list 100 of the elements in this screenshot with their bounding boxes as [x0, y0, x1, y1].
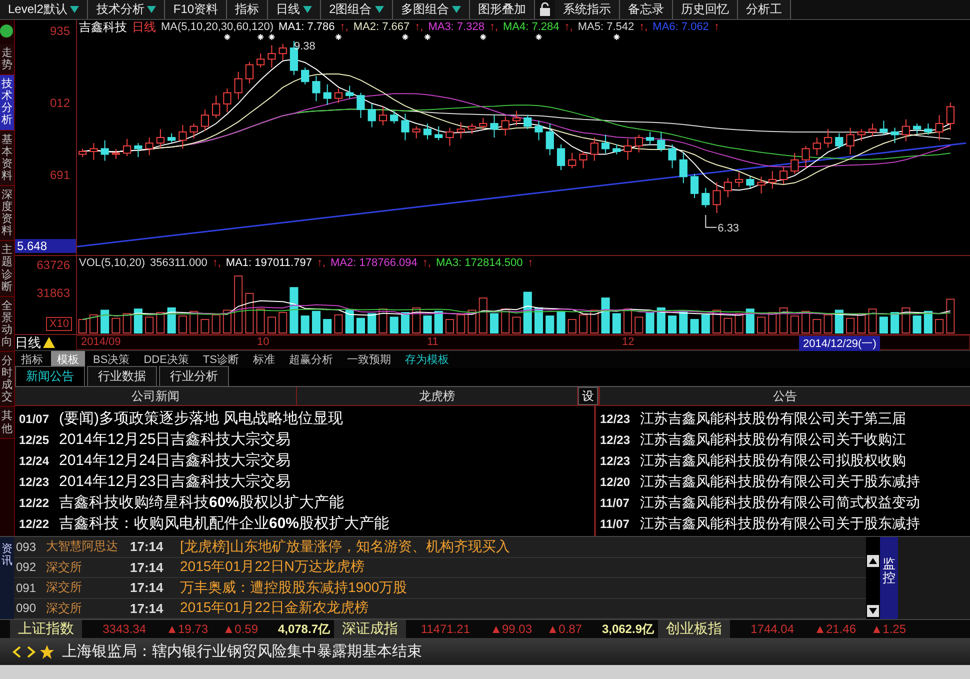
cursor-date-label: 2014/12/29(一) [799, 336, 880, 351]
news-date: 12/22 [19, 496, 50, 510]
news-date: 12/23 [19, 474, 50, 488]
menu-item[interactable]: 历史回忆 [672, 0, 738, 19]
side-tab[interactable]: 走势 [0, 44, 14, 76]
index-name: 上证指数 [10, 620, 82, 638]
side-tab[interactable]: 全景动向 [0, 296, 14, 352]
indicator-tab[interactable]: BS决策 [87, 351, 136, 368]
news-headline[interactable]: 2014年12月24日吉鑫科技大宗交易 [59, 451, 291, 470]
chart-period: 日线 [132, 18, 156, 36]
news-headline[interactable]: 江苏吉鑫风能科技股份有限公司关于股东减持 [640, 514, 920, 532]
info-tab[interactable]: 行业数据 [87, 366, 157, 386]
news-date: 01/07 [19, 412, 50, 426]
indicator-tab[interactable]: 一致预期 [340, 351, 397, 368]
menu-item[interactable]: 分析工 [738, 0, 791, 19]
period-label: 日线 [15, 334, 41, 352]
price-label: 9.38 [294, 40, 316, 52]
news-source: 深交所 [46, 579, 83, 596]
side-tab[interactable]: 分时成交 [0, 352, 14, 408]
scroll-up-icon [867, 555, 879, 568]
axis-label: 935 [50, 24, 70, 38]
axis-label: 691 [50, 168, 70, 182]
indicator-tab[interactable]: 超赢分析 [282, 351, 339, 368]
event-marker-icon [613, 34, 620, 40]
column-header[interactable]: 公告 [598, 387, 970, 405]
monitor-button[interactable]: 监控 [880, 537, 898, 620]
index-percent: ▲0.87 [546, 622, 582, 636]
menu-item[interactable]: 2图组合 [321, 0, 393, 19]
volume-arrow: ↑, [212, 257, 221, 269]
menu-item[interactable]: 多图组合 [392, 0, 470, 19]
ma-value: MA4: 7.284 [503, 21, 560, 33]
ma-value: MA6: 7.062 [652, 21, 709, 33]
volume-params: VOL(5,10,20) [79, 257, 146, 269]
indicator-tab[interactable]: DDE决策 [138, 351, 195, 368]
menu-item[interactable]: F10资料 [165, 0, 228, 19]
menu-item[interactable]: 技术分析 [88, 0, 166, 19]
news-headline[interactable]: 2015年01月22日N万达龙虎榜 [180, 558, 364, 576]
news-headline[interactable]: 2015年01月22日金新农龙虎榜 [180, 599, 368, 618]
chevron-left-icon[interactable] [12, 646, 22, 658]
indicator-tab[interactable]: TS诊断 [196, 351, 245, 368]
stock-name: 吉鑫科技 [79, 18, 127, 36]
news-headline[interactable]: 吉鑫科技收购绮星科技60%股权以扩大产能 [59, 493, 344, 512]
menu-item[interactable]: Level2默认 [0, 0, 88, 19]
leader-line [705, 214, 718, 228]
ma-params: MA(5,10,20,30,60,120) [161, 21, 274, 33]
side-tab[interactable]: 主题诊断 [0, 241, 14, 297]
news-source: 深交所 [46, 600, 83, 617]
news-headline[interactable]: (要闻)多项政策逐步落地 风电战略地位显现 [59, 409, 344, 428]
info-tab[interactable]: 新闻公告 [15, 366, 85, 386]
side-tab[interactable]: 其他 [0, 407, 14, 439]
news-time: 17:14 [130, 539, 164, 554]
ma-value: MA2: 7.667 [353, 21, 410, 33]
ma-arrow: ↑, [422, 257, 431, 269]
scrollbar[interactable] [866, 537, 880, 620]
news-headline[interactable]: 江苏吉鑫风能科技股份有限公司关于股东减持 [640, 472, 920, 490]
menu-item[interactable]: 日线 [268, 0, 322, 19]
menu-item[interactable]: 图形叠加 [470, 0, 535, 19]
side-tab[interactable]: 技术分析 [0, 75, 14, 131]
menu-item[interactable]: 备忘录 [620, 0, 673, 19]
menu-item[interactable]: 系统指示 [554, 0, 620, 19]
news-date: 12/23 [600, 454, 632, 468]
side-tab[interactable]: 基本资料 [0, 130, 14, 186]
star-icon [40, 644, 54, 659]
news-feed-tab[interactable]: 资讯 [0, 537, 14, 620]
news-headline[interactable]: 江苏吉鑫风能科技股份有限公司关于第三届 [640, 410, 906, 428]
event-marker-icon [224, 34, 231, 40]
save-template-link[interactable]: 存为模板 [398, 351, 455, 368]
column-header[interactable]: 公司新闻 [15, 387, 296, 405]
side-tab[interactable]: 深度资料 [0, 186, 14, 242]
ma-arrow: ↑, [316, 257, 326, 269]
news-number: 091 [15, 580, 38, 595]
index-name: 深证成指 [334, 620, 406, 638]
lock-icon[interactable] [538, 2, 551, 16]
settings-button[interactable]: 设 [578, 387, 598, 405]
news-headline[interactable]: 吉鑫科技：收购风电机配件企业60%股权扩大产能 [59, 514, 390, 533]
index-value: 1744.04 [750, 622, 794, 636]
news-headline[interactable]: 江苏吉鑫风能科技股份有限公司关于收购江 [640, 430, 906, 448]
news-date: 12/25 [19, 432, 50, 446]
news-headline[interactable]: 2014年12月23日吉鑫科技大宗交易 [59, 472, 291, 491]
news-headline[interactable]: 万丰奥威：遭控股股东减持1900万股 [180, 578, 408, 597]
event-marker-icon [334, 34, 342, 40]
event-marker-icon [535, 34, 542, 40]
price-label: 6.33 [718, 222, 740, 234]
news-headline[interactable]: [龙虎榜]山东地矿放量涨停，知名游资、机构齐现买入 [180, 538, 510, 556]
news-headline[interactable]: 2014年12月25日吉鑫科技大宗交易 [59, 430, 291, 449]
event-marker-icon [257, 34, 264, 40]
news-headline[interactable]: 江苏吉鑫风能科技股份有限公司简式权益变动 [640, 494, 920, 512]
indicator-tab[interactable]: 标准 [246, 351, 281, 368]
news-date: 11/07 [600, 496, 630, 510]
ma-value: MA5: 7.542 [578, 21, 634, 33]
scroll-down-icon [867, 605, 879, 618]
event-marker-icon [402, 34, 409, 40]
chevron-right-icon[interactable] [26, 646, 36, 658]
index-change: ▲21.46 [813, 622, 856, 636]
menu-item[interactable]: 指标 [227, 0, 268, 19]
info-tab[interactable]: 行业分析 [159, 366, 229, 386]
news-source: 大智慧阿思达 [46, 538, 119, 556]
news-headline[interactable]: 江苏吉鑫风能科技股份有限公司拟股权收购 [640, 452, 906, 470]
ma-arrow: ↑, [340, 21, 348, 33]
indicator-tab[interactable]: 指标 [15, 351, 49, 368]
